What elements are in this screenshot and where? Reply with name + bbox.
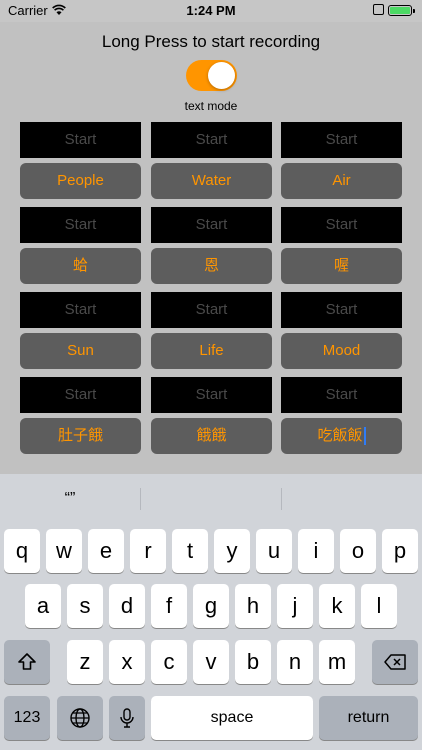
dictation-key[interactable]: [109, 696, 145, 740]
key-m[interactable]: m: [319, 640, 355, 684]
delete-icon: [384, 654, 406, 670]
prediction-divider: [281, 488, 282, 510]
key-f[interactable]: f: [151, 584, 187, 628]
key-d[interactable]: d: [109, 584, 145, 628]
globe-icon: [70, 708, 90, 728]
start-recording-button[interactable]: Start: [20, 292, 141, 328]
key-v[interactable]: v: [193, 640, 229, 684]
key-i[interactable]: i: [298, 529, 334, 573]
start-recording-button[interactable]: Start: [151, 377, 272, 413]
return-key[interactable]: return: [319, 696, 418, 740]
start-recording-button[interactable]: Start: [281, 207, 402, 243]
word-button[interactable]: People: [20, 163, 141, 199]
key-s[interactable]: s: [67, 584, 103, 628]
start-recording-button[interactable]: Start: [20, 122, 141, 158]
start-recording-button[interactable]: Start: [151, 122, 272, 158]
microphone-icon: [120, 708, 134, 728]
word-button[interactable]: 恩: [151, 248, 272, 284]
key-g[interactable]: g: [193, 584, 229, 628]
key-e[interactable]: e: [88, 529, 124, 573]
word-button[interactable]: Life: [151, 333, 272, 369]
word-button[interactable]: Sun: [20, 333, 141, 369]
word-text: 吃飯飯: [317, 427, 363, 444]
key-p[interactable]: p: [382, 529, 418, 573]
shift-icon: [18, 653, 36, 670]
keyboard: “” q w e r t y u i o p a s d f g h j k l…: [0, 474, 422, 750]
text-cursor: [363, 427, 366, 446]
key-w[interactable]: w: [46, 529, 82, 573]
start-recording-button[interactable]: Start: [20, 377, 141, 413]
key-t[interactable]: t: [172, 529, 208, 573]
key-l[interactable]: l: [361, 584, 397, 628]
prediction-suggestion[interactable]: “”: [0, 474, 140, 524]
text-mode-toggle[interactable]: [186, 60, 237, 91]
backspace-key[interactable]: [372, 640, 418, 684]
prediction-divider: [140, 488, 141, 510]
key-k[interactable]: k: [319, 584, 355, 628]
word-button[interactable]: 餓餓: [151, 418, 272, 454]
word-button[interactable]: Mood: [281, 333, 402, 369]
status-bar: Carrier 1:24 PM: [0, 0, 422, 22]
toggle-knob[interactable]: [208, 62, 235, 89]
key-x[interactable]: x: [109, 640, 145, 684]
word-button[interactable]: Air: [281, 163, 402, 199]
predictive-bar: “”: [0, 474, 422, 524]
key-r[interactable]: r: [130, 529, 166, 573]
key-c[interactable]: c: [151, 640, 187, 684]
start-recording-button[interactable]: Start: [281, 122, 402, 158]
key-o[interactable]: o: [340, 529, 376, 573]
start-recording-button[interactable]: Start: [151, 207, 272, 243]
start-recording-button[interactable]: Start: [281, 292, 402, 328]
key-b[interactable]: b: [235, 640, 271, 684]
start-recording-button[interactable]: Start: [281, 377, 402, 413]
word-button[interactable]: Water: [151, 163, 272, 199]
key-u[interactable]: u: [256, 529, 292, 573]
globe-key[interactable]: [57, 696, 103, 740]
key-n[interactable]: n: [277, 640, 313, 684]
key-j[interactable]: j: [277, 584, 313, 628]
app-screen: Long Press to start recording text mode …: [0, 22, 422, 474]
battery-icon: [388, 5, 415, 16]
word-button[interactable]: 蛤: [20, 248, 141, 284]
key-q[interactable]: q: [4, 529, 40, 573]
word-text-field[interactable]: 吃飯飯: [281, 418, 402, 454]
page-title: Long Press to start recording: [101, 32, 321, 51]
word-button[interactable]: 喔: [281, 248, 402, 284]
word-button[interactable]: 肚子餓: [20, 418, 141, 454]
space-key[interactable]: space: [151, 696, 313, 740]
numbers-key[interactable]: 123: [4, 696, 50, 740]
key-h[interactable]: h: [235, 584, 271, 628]
start-recording-button[interactable]: Start: [20, 207, 141, 243]
key-a[interactable]: a: [25, 584, 61, 628]
key-y[interactable]: y: [214, 529, 250, 573]
start-recording-button[interactable]: Start: [151, 292, 272, 328]
shift-key[interactable]: [4, 640, 50, 684]
mode-label: text mode: [184, 99, 238, 113]
orientation-lock-icon: [373, 4, 384, 15]
status-time: 1:24 PM: [186, 3, 236, 18]
key-z[interactable]: z: [67, 640, 103, 684]
